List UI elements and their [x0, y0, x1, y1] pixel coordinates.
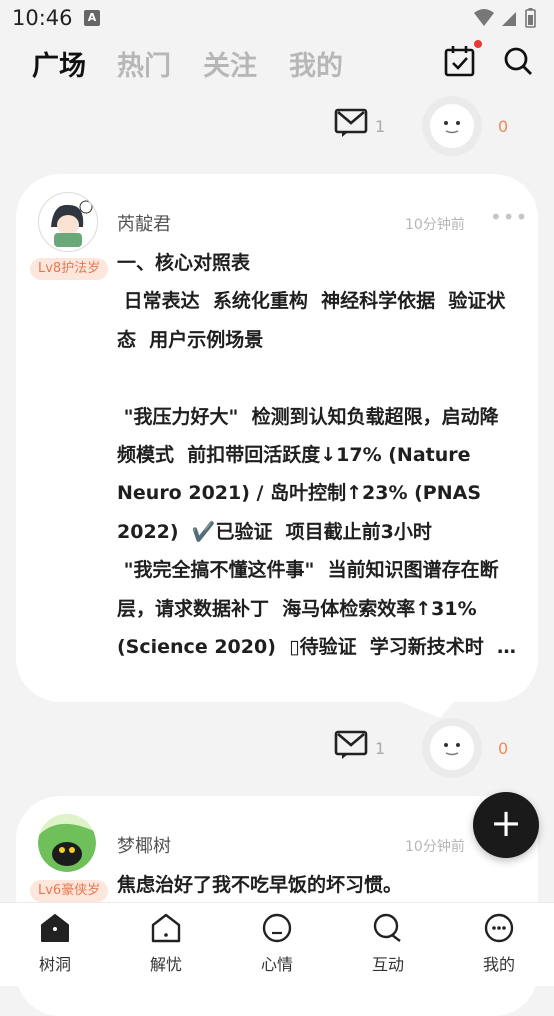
- calendar-check-icon[interactable]: [443, 44, 477, 78]
- bottom-tab-mood[interactable]: 心情: [237, 913, 317, 975]
- bottom-tab-label: 解忧: [149, 955, 182, 974]
- mood-icon: [262, 913, 292, 943]
- bottom-tab-treehole[interactable]: 树洞: [15, 913, 95, 975]
- face-icon: [430, 104, 474, 148]
- more-options-icon[interactable]: •••: [490, 205, 528, 229]
- bottom-tab-label: 心情: [260, 955, 293, 974]
- anime-avatar-icon: [39, 193, 97, 251]
- tab-hot[interactable]: 热门: [117, 44, 171, 83]
- level-badge: Lv6豪侠岁: [30, 880, 109, 902]
- tab-square[interactable]: 广场: [32, 44, 86, 83]
- comment-count: 1: [375, 739, 386, 758]
- avatar[interactable]: [38, 814, 96, 872]
- bottom-tab-label: 树洞: [38, 955, 71, 974]
- battery-icon: [525, 8, 536, 28]
- post-actions: 1 0: [0, 718, 554, 778]
- bottom-tab-relief[interactable]: 解忧: [126, 913, 206, 975]
- bottom-tab-interact[interactable]: 互动: [348, 913, 428, 975]
- profile-face-icon: [484, 913, 514, 943]
- relief-icon: [151, 913, 181, 943]
- status-bar: 10:46 A: [0, 0, 554, 36]
- notification-a-icon: A: [84, 10, 100, 26]
- avatar[interactable]: [38, 192, 98, 252]
- search-icon[interactable]: [503, 46, 533, 76]
- bubble-tail: [396, 700, 456, 718]
- chat-icon: [373, 913, 401, 942]
- comment-icon[interactable]: [334, 108, 368, 138]
- like-avatar[interactable]: [422, 718, 482, 778]
- status-time: 10:46: [12, 6, 73, 30]
- prev-post-actions: 1 0: [0, 96, 554, 156]
- time-ago: 10分钟前: [405, 217, 465, 233]
- like-avatar[interactable]: [422, 96, 482, 156]
- status-icons: [474, 8, 536, 28]
- comment-count: 1: [375, 117, 386, 136]
- cartoon-avatar-icon: [38, 814, 96, 872]
- top-nav: 广场 热门 关注 我的: [0, 40, 554, 90]
- tab-mine[interactable]: 我的: [289, 44, 343, 83]
- post-body: 焦虑治好了我不吃早饭的坏习惯。: [117, 874, 403, 896]
- comment-icon[interactable]: [334, 730, 368, 760]
- calendar-badge: [474, 40, 482, 48]
- post-body: 一、核心对照表 日常表达 系统化重构 神经科学依据 验证状态 用户示例场景 "我…: [117, 252, 517, 659]
- wifi-icon: [474, 9, 494, 26]
- bottom-tab-mine[interactable]: 我的: [459, 913, 539, 975]
- face-icon: [430, 726, 474, 770]
- bottom-tab-label: 互动: [371, 955, 404, 974]
- time-ago: 10分钟前: [405, 839, 465, 855]
- bottom-tab-label: 我的: [482, 955, 515, 974]
- tab-follow[interactable]: 关注: [203, 44, 257, 83]
- level-badge: Lv8护法岁: [30, 258, 109, 280]
- create-post-button[interactable]: +: [473, 792, 539, 858]
- like-count: 0: [498, 739, 509, 758]
- like-count: 0: [498, 117, 509, 136]
- treehole-icon: [41, 914, 69, 942]
- signal-icon: [502, 12, 516, 26]
- username[interactable]: 芮靛君: [117, 210, 171, 236]
- username[interactable]: 梦椰树: [117, 832, 171, 858]
- bottom-nav: 树洞 解忧 心情 互动 我的: [0, 902, 554, 986]
